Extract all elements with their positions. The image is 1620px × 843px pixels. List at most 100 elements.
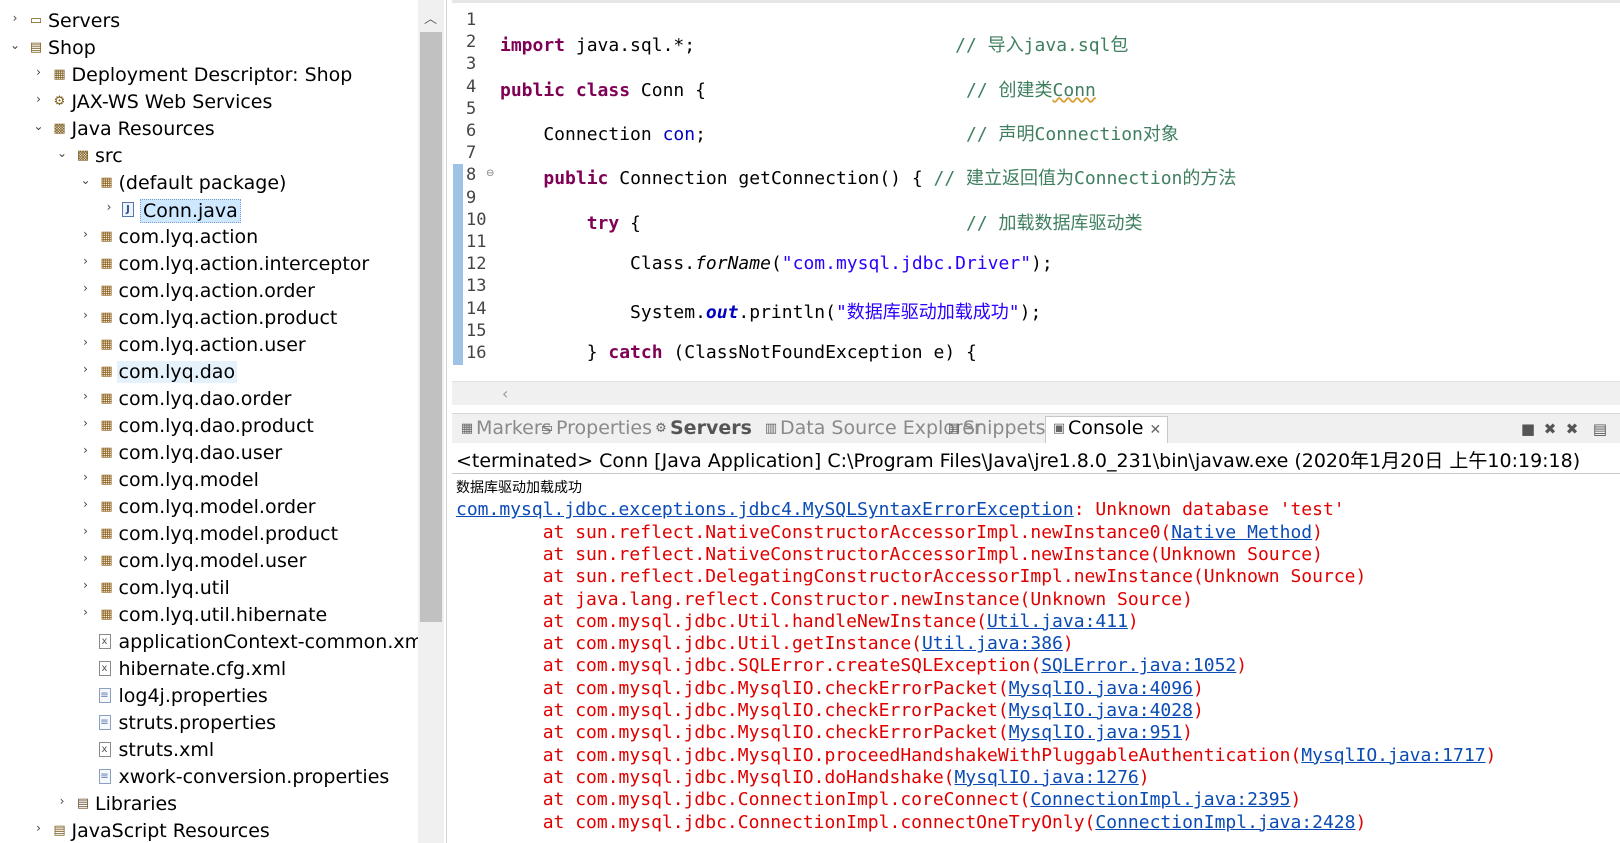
tree-item[interactable]: x struts.xml: [0, 736, 418, 763]
collapse-arrow-icon[interactable]: ›: [32, 92, 46, 106]
tree-item[interactable]: › ▦ com.lyq.model: [0, 466, 418, 493]
expand-arrow-icon[interactable]: ⌄: [79, 173, 93, 187]
close-icon[interactable]: ✕: [1149, 422, 1161, 438]
tree-item[interactable]: ≡ xwork-conversion.properties: [0, 763, 418, 790]
code-line[interactable]: 4 public class Conn { // 创建类Conn: [452, 76, 1620, 101]
tree-item[interactable]: › ▦ Deployment Descriptor: Shop: [0, 61, 418, 88]
tree-item[interactable]: ⌄ ▤ Shop: [0, 34, 418, 61]
expand-arrow-icon[interactable]: ⌄: [32, 119, 46, 133]
code-line[interactable]: 11: [452, 231, 1620, 254]
editor-horizontal-scrollbar[interactable]: ‹: [452, 381, 1620, 405]
tab-servers[interactable]: ⚙ Servers: [652, 417, 752, 443]
tree-item[interactable]: › ▦ com.lyq.action.order: [0, 277, 418, 304]
collapse-arrow-icon[interactable]: ›: [79, 605, 93, 619]
expand-arrow-icon[interactable]: ⌄: [55, 146, 69, 160]
source-link[interactable]: Util.java:411: [987, 611, 1128, 632]
code-line[interactable]: 5: [452, 98, 1620, 121]
tree-item[interactable]: › ▦ com.lyq.action.product: [0, 304, 418, 331]
collapse-arrow-icon[interactable]: ›: [32, 821, 46, 835]
tree-item[interactable]: › ▭ Servers: [0, 7, 418, 34]
tree-item[interactable]: › ▦ com.lyq.dao.user: [0, 439, 418, 466]
source-link[interactable]: Util.java:386: [922, 633, 1063, 654]
collapse-arrow-icon[interactable]: ›: [79, 497, 93, 511]
code-line[interactable]: 3: [452, 53, 1620, 76]
source-link[interactable]: ConnectionImpl.java:2428: [1095, 812, 1355, 833]
source-link[interactable]: MysqlIO.java:951: [1009, 722, 1182, 743]
tree-item[interactable]: › ▦ com.lyq.action: [0, 223, 418, 250]
tree-item[interactable]: › J Conn.java: [0, 196, 418, 223]
tab-snippets[interactable]: ▤ Snippets: [945, 417, 1046, 443]
code-line[interactable]: 13: [452, 275, 1620, 299]
tree-item[interactable]: ≡ log4j.properties: [0, 682, 418, 709]
tree-item[interactable]: › ▤ Libraries: [0, 790, 418, 817]
code-line[interactable]: 10 try { // 加载数据库驱动类: [452, 208, 1620, 234]
source-link[interactable]: SQLError.java:1052: [1041, 655, 1236, 676]
collapse-arrow-icon[interactable]: ›: [79, 281, 93, 295]
code-line[interactable]: 15: [452, 319, 1620, 343]
code-line[interactable]: 6 Connection con; // 声明Connection对象: [452, 120, 1620, 145]
collapse-arrow-icon[interactable]: ›: [79, 389, 93, 403]
tree-item[interactable]: › ▦ com.lyq.action.user: [0, 331, 418, 358]
code-line[interactable]: 9: [452, 186, 1620, 210]
collapse-arrow-icon[interactable]: ›: [79, 443, 93, 457]
tree-item[interactable]: › ▦ com.lyq.dao: [0, 358, 418, 385]
source-link[interactable]: MysqlIO.java:1276: [955, 767, 1139, 788]
source-link[interactable]: MysqlIO.java:4096: [1009, 678, 1193, 699]
tree-item[interactable]: › ▦ com.lyq.dao.product: [0, 412, 418, 439]
tree-item[interactable]: › ▦ com.lyq.model.product: [0, 520, 418, 547]
tab-properties[interactable]: ▭ Properties: [538, 417, 652, 443]
collapse-arrow-icon[interactable]: ›: [55, 794, 69, 808]
code-line[interactable]: 14 System.out.println("数据库驱动加载成功");: [452, 297, 1620, 323]
fold-toggle-icon[interactable]: ⊖: [486, 168, 494, 179]
tab-console[interactable]: ▣ Console ✕: [1045, 416, 1169, 444]
tree-item[interactable]: › ▦ com.lyq.util.hibernate: [0, 601, 418, 628]
collapse-arrow-icon[interactable]: ›: [79, 578, 93, 592]
source-link[interactable]: ConnectionImpl.java:2395: [1030, 789, 1290, 810]
code-line[interactable]: 16 } catch (ClassNotFoundException e) {: [452, 342, 1620, 365]
tree-item[interactable]: x hibernate.cfg.xml: [0, 655, 418, 682]
code-line[interactable]: 7: [452, 142, 1620, 165]
java-editor[interactable]: 1 2 import java.sql.*; // 导入java.sql包 3 4 pub…: [452, 0, 1620, 405]
collapse-arrow-icon[interactable]: ›: [32, 65, 46, 79]
collapse-arrow-icon[interactable]: ›: [79, 416, 93, 430]
tree-item[interactable]: ⌄ ▩ src: [0, 142, 418, 169]
tree-item[interactable]: › ▦ com.lyq.util: [0, 574, 418, 601]
collapse-arrow-icon[interactable]: ›: [79, 551, 93, 565]
explorer-scrollbar[interactable]: ︿: [418, 0, 444, 843]
tree-item[interactable]: ≡ struts.properties: [0, 709, 418, 736]
tree-item[interactable]: x applicationContext-common.xml: [0, 628, 428, 655]
collapse-arrow-icon[interactable]: ›: [79, 470, 93, 484]
tree-item[interactable]: ⌄ ▦ (default package): [0, 169, 418, 196]
expand-arrow-icon[interactable]: ⌄: [8, 38, 22, 52]
source-link[interactable]: com.mysql.jdbc.exceptions.jdbc4.MySQLSyn…: [456, 499, 1074, 520]
remove-all-icon[interactable]: ✖: [1564, 421, 1580, 437]
collapse-arrow-icon[interactable]: ›: [79, 362, 93, 376]
source-link[interactable]: Native Method: [1171, 522, 1312, 543]
collapse-arrow-icon[interactable]: ›: [79, 524, 93, 538]
tree-item[interactable]: › ▦ com.lyq.action.interceptor: [0, 250, 418, 277]
terminate-icon[interactable]: ■: [1520, 421, 1536, 437]
collapse-arrow-icon[interactable]: ›: [79, 227, 93, 241]
code-line[interactable]: 12 Class.forName("com.mysql.jdbc.Driver"…: [452, 253, 1620, 277]
collapse-arrow-icon[interactable]: ›: [8, 11, 22, 25]
scroll-up-arrow-icon[interactable]: ︿: [424, 8, 437, 27]
clear-console-icon[interactable]: ▤: [1592, 421, 1608, 437]
source-link[interactable]: MysqlIO.java:4028: [1009, 700, 1193, 721]
code-line[interactable]: 8 ⊖ public Connection getConnection() { /…: [452, 164, 1620, 189]
console-view[interactable]: <terminated> Conn [Java Application] C:\…: [452, 443, 1620, 843]
tree-item[interactable]: ⌄ ▩ Java Resources: [0, 115, 418, 142]
tree-item[interactable]: › ▦ com.lyq.dao.order: [0, 385, 418, 412]
collapse-arrow-icon[interactable]: ›: [79, 254, 93, 268]
collapse-arrow-icon[interactable]: ›: [79, 335, 93, 349]
scroll-left-arrow-icon[interactable]: ‹: [502, 384, 508, 403]
source-link[interactable]: MysqlIO.java:1717: [1301, 745, 1485, 766]
explorer-scrollbar-thumb[interactable]: [420, 32, 442, 622]
collapse-arrow-icon[interactable]: ›: [102, 200, 116, 214]
tree-item[interactable]: › ⚙ JAX-WS Web Services: [0, 88, 418, 115]
code-line[interactable]: 1: [452, 9, 1620, 32]
collapse-arrow-icon[interactable]: ›: [79, 308, 93, 322]
code-line[interactable]: 2 import java.sql.*; // 导入java.sql包: [452, 31, 1620, 56]
tree-item[interactable]: › ▦ com.lyq.model.order: [0, 493, 418, 520]
remove-launch-icon[interactable]: ✖: [1542, 421, 1558, 437]
tree-item[interactable]: › ▦ com.lyq.model.user: [0, 547, 418, 574]
